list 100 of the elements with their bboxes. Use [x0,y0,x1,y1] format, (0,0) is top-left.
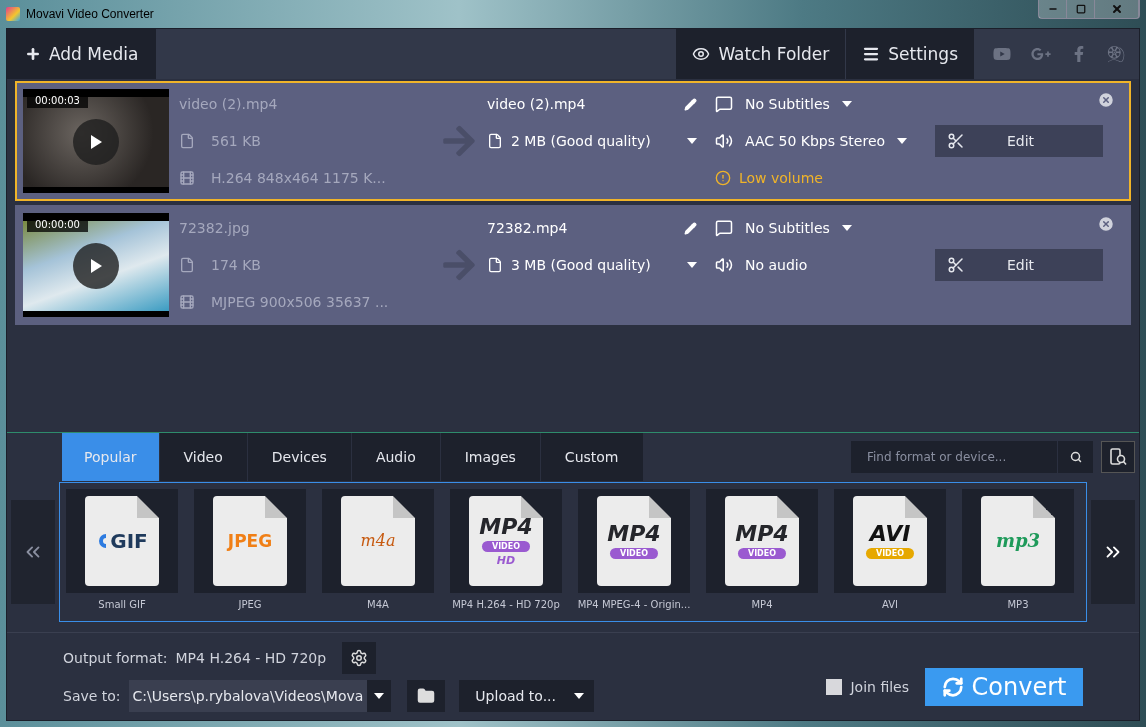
search-button[interactable] [1057,441,1093,473]
subtitles-dropdown[interactable]: No Subtitles [745,96,830,112]
file-icon [487,257,503,273]
format-label: MP4 H.264 - HD 720p [452,599,560,610]
file-icon [487,133,503,149]
speech-bubble-icon [715,95,733,113]
join-files-checkbox[interactable] [826,678,843,695]
format-label: M4A [367,599,389,610]
minimize-button[interactable] [1039,0,1067,18]
speech-bubble-icon [715,219,733,237]
play-icon [89,258,103,274]
format-label: MP3 [1007,599,1029,610]
close-icon [1110,3,1123,15]
video-tag: VIDEO [865,548,915,559]
format-logo: mp3 [995,532,1041,550]
add-media-button[interactable]: Add Media [7,29,158,79]
format-tile[interactable]: MP4 VIDEO [578,489,690,593]
folder-icon [417,686,436,705]
subtitles-dropdown[interactable]: No Subtitles [745,220,830,236]
format-tile[interactable]: AVI VIDEO [834,489,946,593]
watch-folder-button[interactable]: Watch Folder [676,29,847,79]
video-play-icon[interactable] [993,45,1011,63]
maximize-icon [1075,4,1086,14]
path-field[interactable]: C:\Users\p.rybalova\Videos\Mova [128,679,368,712]
settings-button[interactable]: Settings [846,29,975,79]
app-icon [6,7,20,21]
format-label: MP4 [751,599,773,610]
hd-label: HD [496,553,516,567]
source-info: MJPEG 900x506 35637 ... [211,294,389,310]
scissors-icon [947,132,965,150]
close-button[interactable] [1095,0,1139,18]
folder-button[interactable] [407,679,446,712]
format-logo: MP4 [607,523,661,545]
remove-icon[interactable] [1097,215,1115,233]
settings-button[interactable] [342,641,377,674]
phone-search-icon [1109,448,1127,466]
gear-icon [350,648,369,667]
edit-button[interactable]: Edit [935,125,1103,157]
film-reel-icon[interactable] [1107,45,1125,63]
edit-button[interactable]: Edit [935,249,1103,281]
file-item[interactable]: 00:00:00 72382.jpg 174 KB MJPEG 900x506 35637 ... 72382.mp4 3 MB (Good quality) No Subtitles No audio Edit [15,205,1131,325]
source-info: H.264 848x464 1175 K... [211,170,386,186]
format-logo: MP4 [479,515,533,538]
source-name: 72382.jpg [179,220,250,236]
output-format-value: MP4 H.264 - HD 720p [175,649,327,666]
format-logo: AVI [869,523,911,545]
output-name: video (2).mp4 [487,96,587,112]
film-icon [179,294,195,310]
upload-dropdown[interactable]: Upload to... [459,679,595,712]
format-tab[interactable]: Custom [540,433,644,481]
caret-icon [841,101,852,107]
caret-icon [687,138,697,144]
play-button[interactable] [73,119,119,165]
output-name: 72382.mp4 [487,220,569,236]
video-tag: VIDEO [737,548,787,559]
window-title: Movavi Video Converter [26,7,155,21]
warning-text: Low volume [739,170,823,186]
format-logo: JPEG [227,532,273,550]
output-size[interactable]: 3 MB (Good quality) [511,257,679,273]
format-logo: m4a [360,533,396,549]
duration-label: 00:00:03 [27,93,88,108]
film-icon [179,170,195,186]
format-logo: MP4 [735,523,789,545]
eye-icon [692,45,711,63]
caret-icon [574,692,585,699]
output-format-label: Output format: [63,649,168,666]
format-tab[interactable]: Audio [351,433,441,481]
dropdown-button[interactable] [367,679,392,712]
search-field[interactable]: Find format or device... [851,441,1057,473]
format-tab[interactable]: Devices [247,433,352,481]
file-item[interactable]: 00:00:03 video (2).mp4 561 KB H.264 848x464 1175 K... video (2).mp4 2 MB (Good quality) No Subtitles AAC 50 Kbps Stereo Low volume Edit [15,81,1131,201]
arrow-icon [441,247,477,283]
caret-icon [841,225,852,231]
source-size: 561 KB [211,133,261,149]
duration-label: 00:00:00 [27,217,88,232]
file-icon [179,133,195,149]
format-tile[interactable]: m4a [322,489,434,593]
audio-dropdown[interactable]: No audio [745,257,808,273]
speaker-icon [715,132,733,150]
play-button[interactable] [73,243,119,289]
format-tile[interactable]: MP4 VIDEO [706,489,818,593]
audio-dropdown[interactable]: AAC 50 Kbps Stereo [745,133,908,149]
output-size[interactable]: 2 MB (Good quality) [511,133,679,149]
arrow-icon [441,123,477,159]
remove-icon[interactable] [1097,91,1115,109]
warning-icon [715,170,731,186]
format-tab[interactable]: Images [440,433,541,481]
pencil-icon[interactable] [684,97,697,111]
video-tag: VIDEO [609,548,659,559]
maximize-button[interactable] [1067,0,1095,18]
save-to-label: Save to: [63,687,121,704]
device-search-button[interactable] [1101,441,1135,473]
format-label: Small GIF [98,599,146,610]
format-tab[interactable]: Video [159,433,248,481]
format-tile[interactable]: GIF [66,489,178,593]
format-label: JPEG [238,599,262,610]
play-icon [89,134,103,150]
pencil-icon[interactable] [684,221,697,235]
format-label: MP4 MPEG-4 - Origin... [577,599,691,610]
format-tile[interactable]: MP4 VIDEO HD [450,489,562,593]
